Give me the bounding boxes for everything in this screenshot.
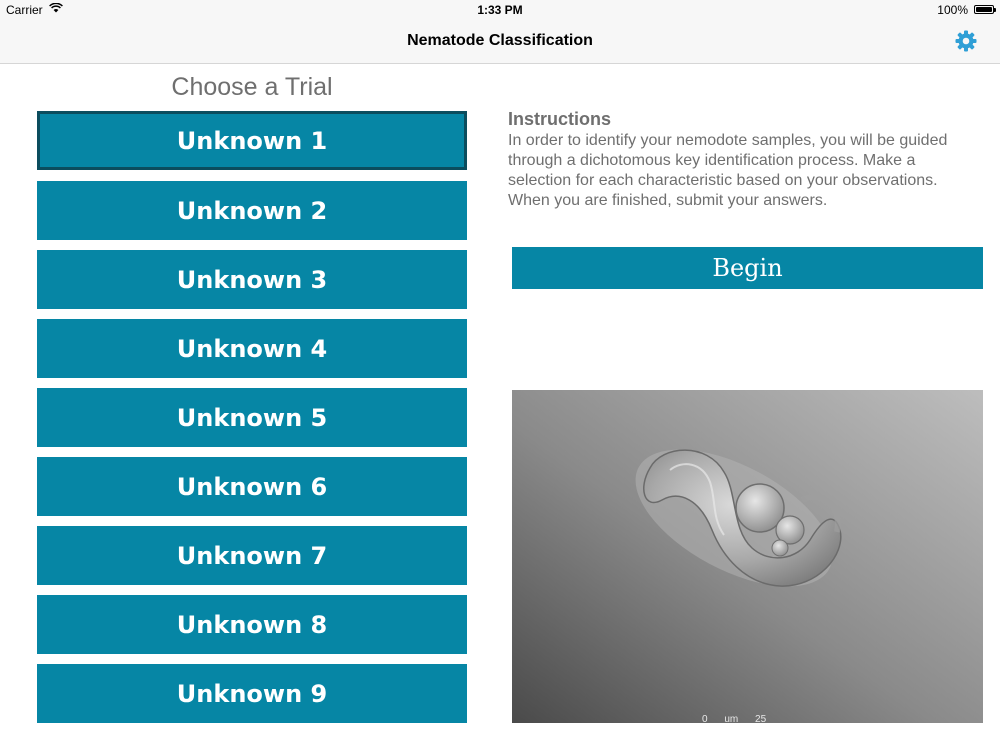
page-title: Nematode Classification [407,32,593,49]
trial-button-unknown-4[interactable]: Unknown 4 [37,319,467,378]
nematode-micrograph: 0 um 25 [512,390,983,723]
instructions-text: In order to identify your nemodote sampl… [508,132,948,209]
instructions-heading: Instructions [508,109,612,129]
trial-button-unknown-6[interactable]: Unknown 6 [37,457,467,516]
choose-trial-heading: Choose a Trial [171,73,333,101]
battery-icon [974,5,996,14]
status-bar: Carrier 1:33 PM 100% [0,0,1000,20]
begin-button[interactable]: Begin [512,247,983,289]
trial-button-unknown-2[interactable]: Unknown 2 [37,181,467,240]
trial-button-unknown-8[interactable]: Unknown 8 [37,595,467,654]
navigation-bar: Nematode Classification [0,20,1000,64]
scale-bar-label: 0 um 25 [702,714,767,723]
trial-button-unknown-9[interactable]: Unknown 9 [37,664,467,723]
trial-button-unknown-7[interactable]: Unknown 7 [37,526,467,585]
trial-button-unknown-5[interactable]: Unknown 5 [37,388,467,447]
status-time: 1:33 PM [477,3,523,17]
gear-icon[interactable] [954,29,978,53]
battery-percent: 100% [937,3,968,17]
trial-button-unknown-3[interactable]: Unknown 3 [37,250,467,309]
trial-button-unknown-1[interactable]: Unknown 1 [37,111,467,170]
